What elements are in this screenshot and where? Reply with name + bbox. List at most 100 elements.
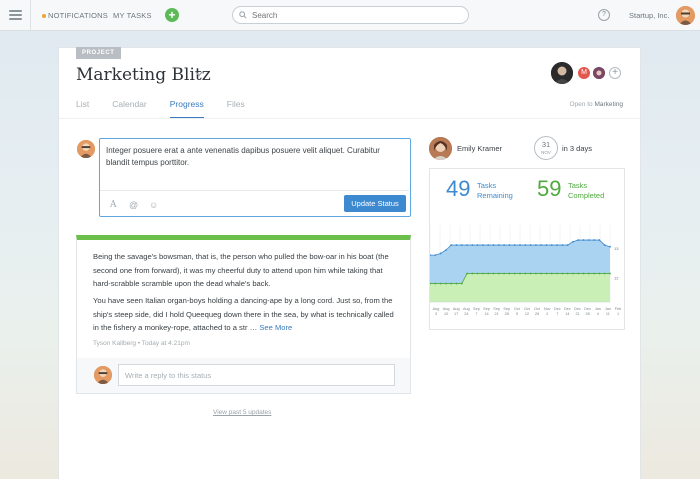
data-point <box>497 272 500 275</box>
data-point <box>513 272 516 275</box>
member-avatar[interactable] <box>593 67 605 79</box>
tab-files[interactable]: Files <box>227 99 245 119</box>
open-to-prefix: Open to <box>569 101 593 108</box>
data-point <box>444 249 447 252</box>
data-point <box>455 244 458 246</box>
x-tick-month: Aug <box>443 307 450 311</box>
data-point <box>572 272 574 275</box>
x-tick-day: 7 <box>556 312 558 316</box>
status-meta: Tyson Kallberg • Today at 4:21pm <box>93 340 190 347</box>
y-tick-label: 13 <box>614 246 619 251</box>
x-tick-month: Dec <box>554 307 561 311</box>
text-format-icon[interactable]: A <box>110 200 117 210</box>
data-point <box>434 282 437 285</box>
status-author[interactable]: Tyson Kallberg <box>93 340 136 347</box>
data-point <box>434 254 437 257</box>
member-avatar[interactable]: M <box>578 67 590 79</box>
data-point <box>603 272 606 275</box>
x-tick-day: 21 <box>495 312 499 316</box>
project-owner-name[interactable]: Emily Kramer <box>457 144 502 153</box>
reply-input[interactable]: Write a reply to this status <box>118 364 395 386</box>
tasks-remaining-label: Tasks Remaining <box>477 181 513 201</box>
data-point <box>561 244 564 246</box>
data-point <box>476 272 479 275</box>
tab-list[interactable]: List <box>76 99 89 119</box>
data-point <box>556 272 558 275</box>
data-point <box>561 272 564 275</box>
data-point <box>534 244 537 246</box>
tasks-remaining-count: 49 <box>446 176 471 201</box>
emoji-icon[interactable]: ☺ <box>149 200 158 210</box>
x-tick-day: 28 <box>505 312 509 316</box>
data-point <box>582 239 585 241</box>
org-name[interactable]: Startup, Inc. <box>629 11 669 20</box>
data-point <box>524 244 527 246</box>
chevron-down-icon[interactable] <box>195 71 203 77</box>
data-point <box>471 272 474 275</box>
data-point <box>566 272 569 275</box>
status-composer[interactable]: Integer posuere erat a ante venenatis da… <box>99 138 411 217</box>
x-tick-day: 26 <box>535 312 539 316</box>
data-point <box>460 244 463 246</box>
x-tick-day: 14 <box>565 312 569 316</box>
quick-add-button[interactable]: + <box>165 8 179 22</box>
update-status-button[interactable]: Update Status <box>344 195 406 212</box>
data-point <box>598 272 601 275</box>
help-button[interactable]: ? <box>598 9 610 21</box>
data-point <box>487 244 490 246</box>
data-point <box>497 244 500 246</box>
data-point <box>524 272 527 275</box>
completed-label-line2: Completed <box>568 191 605 200</box>
my-tasks-link[interactable]: MY TASKS <box>113 11 152 20</box>
x-tick-day: 3 <box>435 312 437 316</box>
x-tick-month: Sep <box>493 307 500 311</box>
data-point <box>476 244 479 246</box>
x-tick-day: 14 <box>484 312 488 316</box>
add-member-button[interactable]: + <box>609 67 621 79</box>
mention-icon[interactable]: @ <box>129 200 138 210</box>
x-tick-month: Jan <box>595 307 601 311</box>
notifications-link[interactable]: NOTIFICATIONS <box>42 11 108 20</box>
due-date-badge[interactable]: 31 NOV <box>534 136 558 160</box>
data-point <box>540 244 543 246</box>
x-tick-day: 4 <box>597 312 599 316</box>
x-tick-month: Aug <box>463 307 470 311</box>
owner-avatar[interactable] <box>429 137 452 160</box>
data-point <box>534 272 537 275</box>
data-point <box>550 244 553 246</box>
data-point <box>609 272 611 275</box>
tab-progress[interactable]: Progress <box>169 99 204 119</box>
data-point <box>513 244 516 246</box>
tab-calendar[interactable]: Calendar <box>112 99 147 119</box>
data-point <box>503 244 506 246</box>
composer-avatar <box>77 140 95 158</box>
project-permissions[interactable]: Open to Marketing <box>570 101 624 108</box>
x-tick-day: 5 <box>516 312 518 316</box>
reply-avatar <box>94 366 112 384</box>
see-more-link[interactable]: See More <box>259 323 292 332</box>
project-title[interactable]: Marketing Blitz <box>76 65 211 85</box>
view-past-updates-link[interactable]: View past 5 updates <box>213 409 271 416</box>
data-point <box>482 244 484 246</box>
member-avatar[interactable] <box>551 62 573 84</box>
data-point <box>482 272 484 275</box>
data-point <box>487 272 490 275</box>
data-point <box>587 272 590 275</box>
data-point <box>577 272 580 275</box>
x-tick-day: 2 <box>546 312 548 316</box>
data-point <box>519 244 521 246</box>
status-input[interactable]: Integer posuere erat a ante venenatis da… <box>106 145 401 169</box>
data-point <box>545 244 548 246</box>
data-point <box>577 239 580 241</box>
data-point <box>540 272 543 275</box>
top-bar: NOTIFICATIONS MY TASKS + ? Startup, Inc. <box>0 0 700 31</box>
x-tick-month: Jan <box>605 307 611 311</box>
search-input[interactable] <box>252 10 452 20</box>
data-point <box>582 272 585 275</box>
project-tabs: List Calendar Progress Files <box>76 99 268 119</box>
status-paragraph-text: You have seen Italian organ-boys holding… <box>93 296 394 332</box>
search-box[interactable] <box>232 6 469 24</box>
x-tick-month: Dec <box>574 307 581 311</box>
user-avatar[interactable] <box>676 6 695 25</box>
menu-icon[interactable] <box>0 0 31 31</box>
